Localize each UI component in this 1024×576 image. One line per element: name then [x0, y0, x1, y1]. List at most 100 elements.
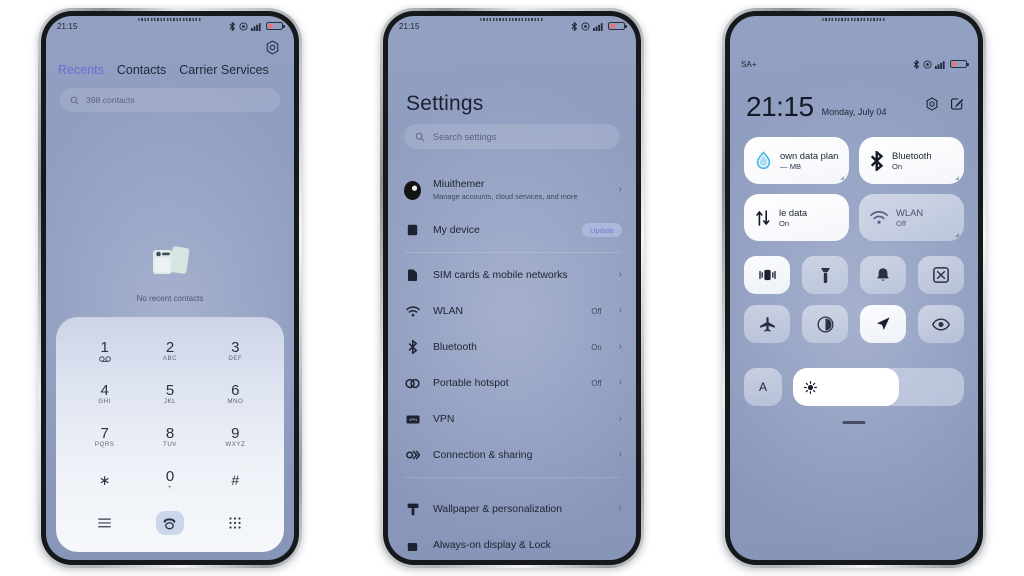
- brightness-sun-icon: [804, 380, 817, 394]
- update-badge[interactable]: Update: [582, 223, 622, 237]
- tile-data-usage[interactable]: own data plan — MB: [744, 137, 849, 184]
- key-6[interactable]: 6 MNO: [203, 372, 268, 415]
- key-5[interactable]: 5 JKL: [137, 372, 202, 415]
- auto-brightness-button[interactable]: A: [744, 368, 782, 406]
- svg-text:VPN: VPN: [408, 417, 416, 422]
- menu-icon: [98, 518, 112, 528]
- tile-state: — MB: [780, 162, 802, 171]
- key-digit: 7: [100, 425, 109, 443]
- tile-expand-corner[interactable]: [955, 176, 959, 180]
- tile-expand-corner[interactable]: [955, 233, 959, 237]
- drag-handle[interactable]: [842, 421, 866, 424]
- phone-device-settings: 21:15 Settings Search settings Miuitheme…: [380, 8, 644, 568]
- toggle-location[interactable]: [860, 305, 906, 343]
- chevron-right-icon: ›: [618, 341, 622, 352]
- row-label: Miuithemer: [433, 179, 485, 191]
- key-0[interactable]: 0 +: [137, 459, 202, 502]
- edit-tiles-button[interactable]: [950, 97, 964, 116]
- settings-row-portable-hotspot[interactable]: Portable hotspot Off ›: [388, 365, 636, 401]
- keypad-action-row: [72, 502, 268, 544]
- row-label: Wallpaper & personalization: [433, 503, 562, 515]
- keypad-dialpad-button[interactable]: [203, 517, 268, 529]
- phone-device-control-center: SA+ 21:15 Monday, July 04 own data plan …: [722, 8, 986, 568]
- empty-state-label: No recent contacts: [136, 294, 204, 303]
- key-3[interactable]: 3 DEF: [203, 329, 268, 372]
- signal-icon: [251, 22, 261, 31]
- settings-row-account[interactable]: Miuithemer Manage accounts, cloud servic…: [388, 168, 636, 212]
- toggle-dark-mode[interactable]: [802, 305, 848, 343]
- settings-row-aod-lock[interactable]: Always-on display & Lock: [388, 527, 636, 560]
- settings-row-bluetooth[interactable]: Bluetooth On ›: [388, 329, 636, 365]
- keypad-menu-button[interactable]: [72, 518, 137, 528]
- account-avatar: [404, 180, 421, 200]
- key-7[interactable]: 7 PQRS: [72, 416, 137, 459]
- key-digit: 6: [231, 381, 240, 399]
- chevron-right-icon: ›: [618, 503, 622, 514]
- brightness-slider[interactable]: [793, 368, 964, 406]
- earpiece-speaker-icon: [138, 18, 202, 21]
- contacts-search-input[interactable]: 398 contacts: [60, 88, 280, 112]
- tab-carrier-services[interactable]: Carrier Services: [179, 63, 269, 77]
- dialer-settings-button[interactable]: [265, 40, 280, 60]
- reading-mode-eye-icon: [932, 317, 950, 331]
- keypad-keys: 1 2 ABC 3 DEF 4 GHI 5 JKL 6 MNO 7 PQRS 8…: [72, 329, 268, 502]
- tile-expand-corner[interactable]: [840, 176, 844, 180]
- toggle-screenshot[interactable]: [918, 256, 964, 294]
- header-actions: [925, 97, 964, 120]
- chevron-right-icon: ›: [618, 269, 622, 280]
- tile-title: Bluetooth: [892, 150, 932, 161]
- keypad-call-button[interactable]: [137, 511, 202, 535]
- tile-mobile-data[interactable]: le data On: [744, 194, 849, 241]
- wallpaper-icon: [404, 503, 421, 516]
- row-label: WLAN: [433, 305, 464, 317]
- tile-bluetooth[interactable]: Bluetooth On: [859, 137, 964, 184]
- key-star[interactable]: ∗: [72, 459, 137, 502]
- key-digit: 4: [100, 381, 109, 399]
- phone1-screen: 21:15 Recents Contacts Carrier Services …: [46, 16, 294, 560]
- toggle-reading-mode[interactable]: [918, 305, 964, 343]
- row-label: My device: [433, 224, 480, 236]
- toggle-sound[interactable]: [860, 256, 906, 294]
- key-hash[interactable]: #: [203, 459, 268, 502]
- settings-row-my-device[interactable]: My device Update: [388, 212, 636, 248]
- key-4[interactable]: 4 GHI: [72, 372, 137, 415]
- row-label: SIM cards & mobile networks: [433, 269, 568, 281]
- sound-bell-icon: [877, 268, 889, 281]
- settings-row-sim-cards[interactable]: SIM cards & mobile networks ›: [388, 257, 636, 293]
- tab-recents[interactable]: Recents: [58, 63, 104, 77]
- settings-row-vpn[interactable]: VPN VPN ›: [388, 401, 636, 437]
- key-9[interactable]: 9 WXYZ: [203, 416, 268, 459]
- hotspot-icon: [404, 378, 421, 389]
- key-digit: 1: [100, 338, 109, 356]
- key-letters: JKL: [163, 397, 177, 405]
- settings-row-wallpaper[interactable]: Wallpaper & personalization ›: [388, 491, 636, 527]
- settings-shortcut-button[interactable]: [925, 97, 939, 116]
- row-label: VPN: [433, 413, 455, 425]
- settings-row-connection-sharing[interactable]: Connection & sharing ›: [388, 437, 636, 473]
- settings-search-input[interactable]: Search settings: [404, 124, 620, 149]
- key-letters: MNO: [227, 397, 244, 405]
- key-2[interactable]: 2 ABC: [137, 329, 202, 372]
- key-letters: WXYZ: [225, 441, 246, 449]
- tile-wlan[interactable]: WLAN Off: [859, 194, 964, 241]
- key-8[interactable]: 8 TUV: [137, 416, 202, 459]
- phone2-screen: 21:15 Settings Search settings Miuitheme…: [388, 16, 636, 560]
- bluetooth-icon: [571, 21, 578, 31]
- status-icons: [913, 59, 969, 69]
- airplane-mode-icon: [759, 316, 775, 332]
- alarm-icon: [923, 59, 932, 69]
- settings-row-wlan[interactable]: WLAN Off ›: [388, 293, 636, 329]
- tile-title: le data: [779, 207, 808, 218]
- earpiece-speaker-icon: [480, 18, 544, 21]
- key-1[interactable]: 1: [72, 329, 137, 372]
- sim-card-icon: [404, 269, 421, 282]
- bluetooth-icon: [913, 59, 920, 69]
- toggle-vibrate[interactable]: [744, 256, 790, 294]
- toggle-airplane-mode[interactable]: [744, 305, 790, 343]
- dialer-tabs: Recents Contacts Carrier Services: [58, 63, 282, 77]
- key-digit: 9: [231, 425, 240, 443]
- toggle-flashlight[interactable]: [802, 256, 848, 294]
- key-letters: +: [167, 484, 173, 492]
- tile-state: On: [779, 219, 790, 228]
- tab-contacts[interactable]: Contacts: [117, 63, 166, 77]
